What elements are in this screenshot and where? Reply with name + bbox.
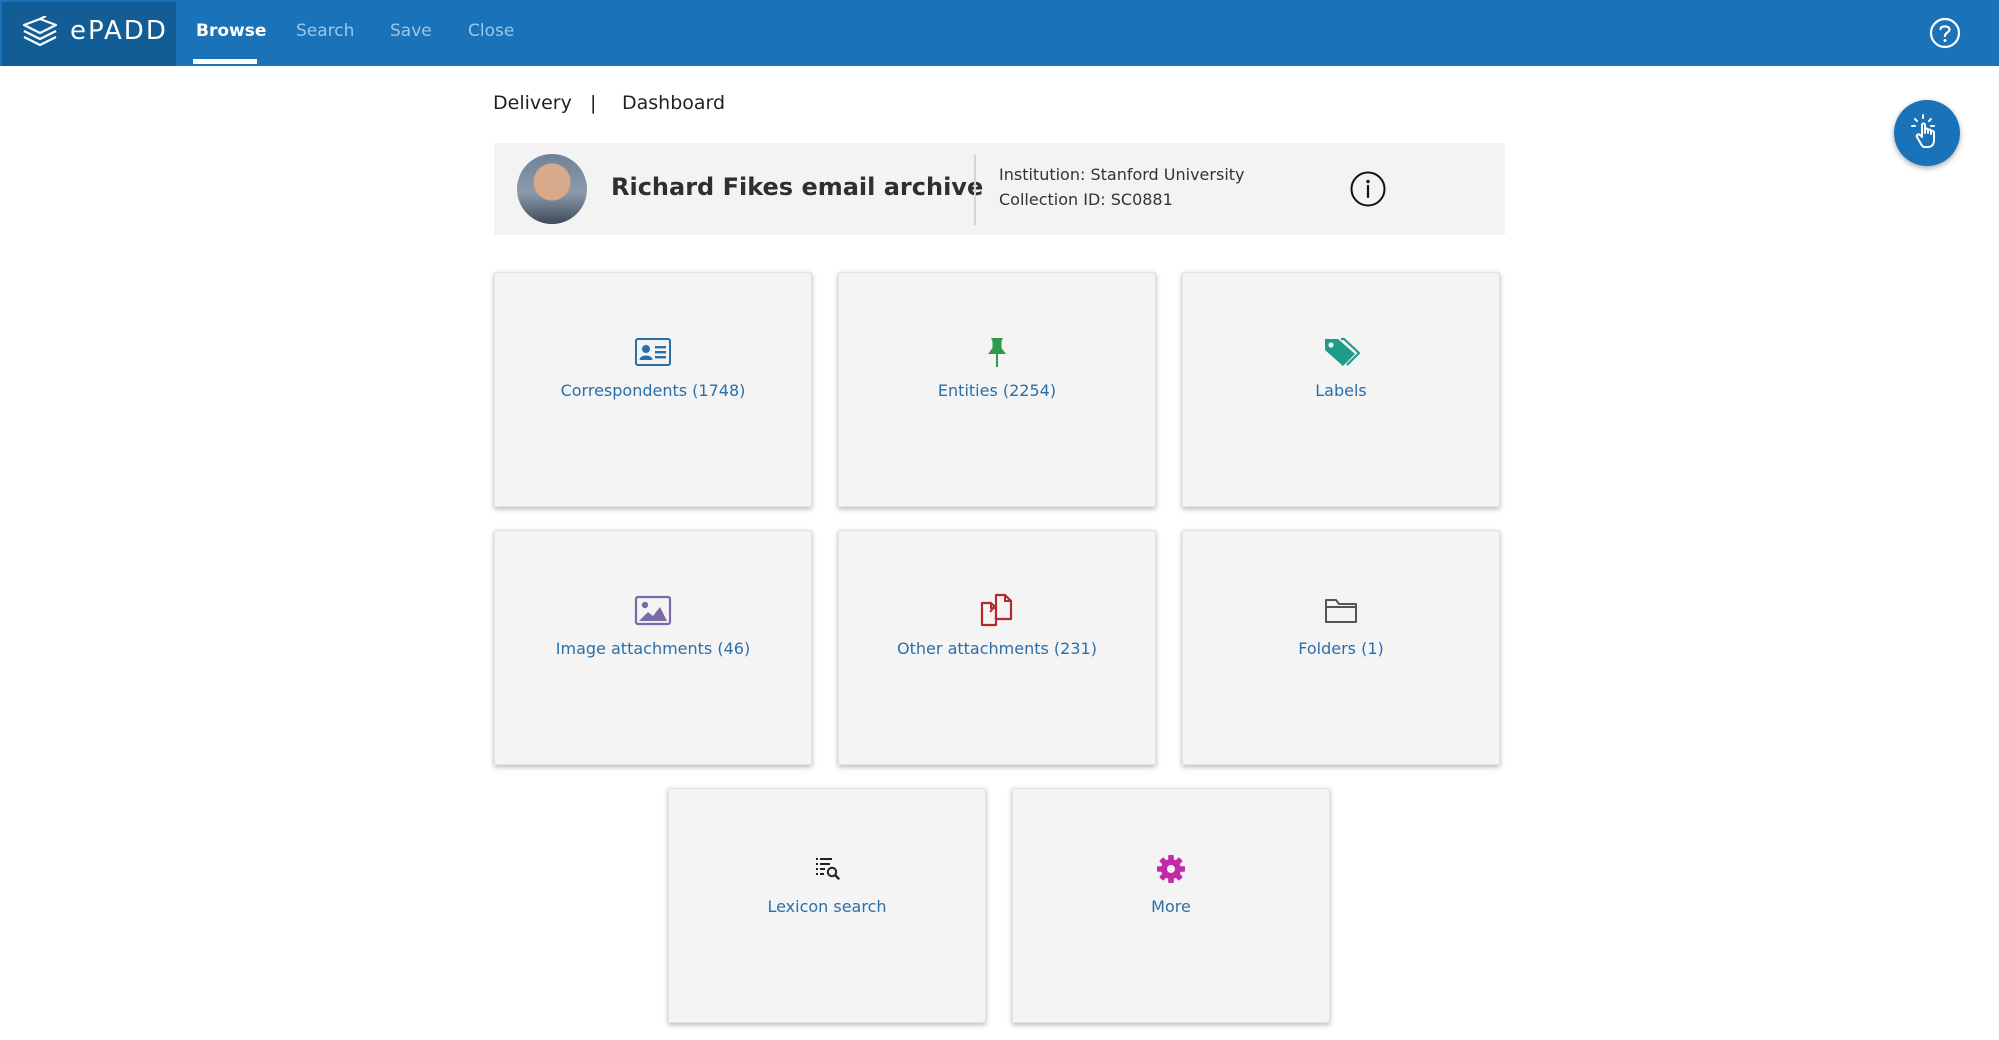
tile-lexicon-search-label: Lexicon search [767,897,887,916]
header-divider [974,155,976,225]
contact-card-icon [635,338,671,366]
institution-text: Institution: Stanford University [999,165,1245,184]
nav-browse[interactable]: Browse [196,0,266,66]
breadcrumb-page: Dashboard [622,92,726,114]
tile-more[interactable]: More [1012,788,1330,1023]
breadcrumb-module[interactable]: Delivery [493,92,572,114]
breadcrumb-separator: | [590,92,597,114]
archive-title: Richard Fikes email archive [611,173,984,201]
tile-labels[interactable]: Labels [1182,272,1500,507]
collection-id-text: Collection ID: SC0881 [999,190,1173,209]
archive-owner-avatar [517,154,587,224]
tile-entities-label: Entities (2254) [937,381,1057,400]
info-icon[interactable] [1349,170,1387,208]
app-logo-text: ePADD [70,16,168,46]
folder-icon [1325,599,1357,623]
copy-documents-icon [980,593,1013,627]
nav-save[interactable]: Save [390,0,432,66]
gear-icon [1157,855,1185,883]
tile-correspondents[interactable]: Correspondents (1748) [494,272,812,507]
tile-image-attachments-label: Image attachments (46) [555,639,751,658]
tile-other-attachments-label: Other attachments (231) [897,639,1097,658]
lexicon-search-icon [816,858,840,880]
tile-lexicon-search[interactable]: Lexicon search [668,788,986,1023]
tile-labels-label: Labels [1315,381,1367,400]
nav-search[interactable]: Search [296,0,354,66]
tile-more-label: More [1151,897,1191,916]
tile-folders-label: Folders (1) [1298,639,1384,658]
tile-other-attachments[interactable]: Other attachments (231) [838,530,1156,765]
nav-close[interactable]: Close [468,0,514,66]
tile-entities[interactable]: Entities (2254) [838,272,1156,507]
archive-header: Richard Fikes email archive Institution:… [494,143,1505,235]
epadd-logo-icon [22,16,58,47]
tile-image-attachments[interactable]: Image attachments (46) [494,530,812,765]
help-icon[interactable] [1928,16,1962,50]
nav-active-indicator [193,59,257,64]
tap-gesture-button[interactable] [1894,100,1960,166]
tap-gesture-icon [1911,114,1935,148]
image-icon [634,595,672,626]
tags-icon [1325,337,1361,366]
app-logo[interactable]: ePADD [2,2,176,66]
top-nav-bar: ePADD Browse Search Save Close [0,0,1999,66]
tile-correspondents-label: Correspondents (1748) [560,381,746,400]
tile-folders[interactable]: Folders (1) [1182,530,1500,765]
pushpin-icon [988,338,1006,367]
